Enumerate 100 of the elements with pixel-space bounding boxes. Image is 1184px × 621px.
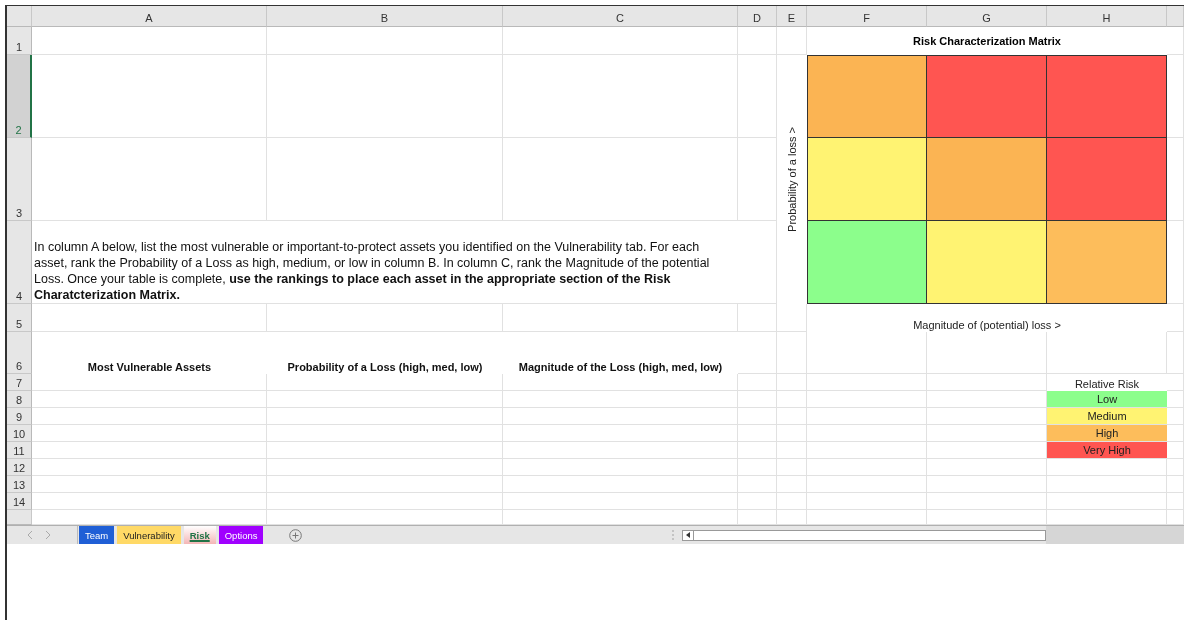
- empty-cell[interactable]: [267, 476, 503, 493]
- empty-cell[interactable]: [927, 374, 1047, 391]
- empty-cell[interactable]: [807, 408, 927, 425]
- empty-cell[interactable]: [267, 138, 503, 221]
- empty-cell[interactable]: [1167, 459, 1184, 476]
- empty-cell[interactable]: [267, 425, 503, 442]
- empty-cell[interactable]: [267, 442, 503, 459]
- horizontal-scrollbar[interactable]: [682, 529, 1047, 541]
- empty-cell[interactable]: [267, 391, 503, 408]
- legend-item: Very High: [1047, 442, 1167, 459]
- sheet-tab[interactable]: Risk: [183, 526, 216, 544]
- empty-cell[interactable]: [807, 425, 927, 442]
- splitter-handle-icon[interactable]: [672, 530, 675, 540]
- empty-cell[interactable]: [777, 304, 807, 332]
- column-header[interactable]: F: [807, 6, 927, 27]
- empty-cell[interactable]: [777, 459, 807, 476]
- column-header[interactable]: A: [32, 6, 267, 27]
- row-header[interactable]: 9: [7, 408, 32, 425]
- scroll-right-icon[interactable]: [45, 531, 51, 539]
- row-header[interactable]: 2: [7, 55, 32, 138]
- empty-cell[interactable]: [777, 425, 807, 442]
- empty-cell[interactable]: [777, 332, 807, 374]
- sheet-tab[interactable]: Vulnerability: [117, 526, 181, 544]
- empty-cell[interactable]: [1167, 332, 1184, 374]
- column-header[interactable]: B: [267, 6, 503, 27]
- row-header[interactable]: 13: [7, 476, 32, 493]
- empty-cell[interactable]: [927, 332, 1047, 374]
- empty-cell[interactable]: [267, 459, 503, 476]
- empty-cell[interactable]: [807, 476, 927, 493]
- empty-cell[interactable]: [807, 493, 927, 510]
- column-header[interactable]: G: [927, 6, 1047, 27]
- row-header[interactable]: 6: [7, 332, 32, 374]
- empty-cell[interactable]: [267, 55, 503, 138]
- empty-cell[interactable]: [503, 374, 738, 391]
- row-header[interactable]: 5: [7, 304, 32, 332]
- column-header[interactable]: E: [777, 6, 807, 27]
- row-header[interactable]: 3: [7, 138, 32, 221]
- empty-cell[interactable]: [738, 138, 777, 221]
- column-header[interactable]: C: [503, 6, 738, 27]
- empty-cell[interactable]: [503, 138, 738, 221]
- empty-cell[interactable]: [267, 493, 503, 510]
- empty-cell[interactable]: [503, 55, 738, 138]
- empty-cell[interactable]: [738, 332, 777, 374]
- empty-cell[interactable]: [267, 374, 503, 391]
- empty-cell[interactable]: [1047, 332, 1167, 374]
- empty-cell[interactable]: [267, 408, 503, 425]
- empty-cell[interactable]: [738, 442, 777, 459]
- empty-cell[interactable]: [777, 442, 807, 459]
- row-header[interactable]: 4: [7, 221, 32, 304]
- empty-cell[interactable]: [738, 374, 777, 391]
- empty-cell[interactable]: [503, 391, 738, 408]
- empty-cell[interactable]: [738, 425, 777, 442]
- sheet-tab[interactable]: Team: [79, 526, 115, 544]
- row-header[interactable]: 10: [7, 425, 32, 442]
- empty-cell[interactable]: [503, 459, 738, 476]
- empty-cell[interactable]: [927, 476, 1047, 493]
- row-header[interactable]: 1: [7, 27, 32, 55]
- empty-cell[interactable]: [1167, 304, 1184, 332]
- empty-cell[interactable]: [503, 442, 738, 459]
- sheet-tab[interactable]: Options: [218, 526, 264, 544]
- empty-cell[interactable]: [1167, 493, 1184, 510]
- row-header[interactable]: 8: [7, 391, 32, 408]
- empty-cell[interactable]: [738, 391, 777, 408]
- column-header[interactable]: H: [1047, 6, 1167, 27]
- empty-cell[interactable]: [503, 493, 738, 510]
- row-header[interactable]: 7: [7, 374, 32, 391]
- empty-cell[interactable]: [777, 493, 807, 510]
- column-header[interactable]: D: [738, 6, 777, 27]
- empty-cell[interactable]: [807, 442, 927, 459]
- empty-cell[interactable]: [738, 476, 777, 493]
- empty-cell[interactable]: [807, 459, 927, 476]
- empty-cell[interactable]: [807, 332, 927, 374]
- empty-cell[interactable]: [503, 476, 738, 493]
- empty-cell[interactable]: [777, 391, 807, 408]
- empty-cell[interactable]: [738, 304, 777, 332]
- empty-cell[interactable]: [503, 425, 738, 442]
- empty-cell[interactable]: [777, 374, 807, 391]
- row-header[interactable]: 14: [7, 493, 32, 510]
- empty-cell[interactable]: [1167, 476, 1184, 493]
- row-header[interactable]: 11: [7, 442, 32, 459]
- table-header: Most Vulnerable Assets: [87, 361, 212, 374]
- empty-cell[interactable]: [1047, 476, 1167, 493]
- row-header[interactable]: 12: [7, 459, 32, 476]
- empty-cell[interactable]: [738, 459, 777, 476]
- empty-cell[interactable]: [503, 408, 738, 425]
- empty-cell[interactable]: [1167, 374, 1184, 391]
- x-axis-label: Magnitude of (potential) loss >: [913, 319, 1061, 332]
- empty-cell[interactable]: [738, 55, 777, 138]
- empty-cell[interactable]: [738, 493, 777, 510]
- empty-cell[interactable]: [927, 493, 1047, 510]
- add-sheet-icon[interactable]: [289, 528, 303, 542]
- empty-cell[interactable]: [777, 408, 807, 425]
- scroll-left-icon[interactable]: [686, 532, 691, 538]
- empty-cell[interactable]: [927, 459, 1047, 476]
- empty-cell[interactable]: [807, 391, 927, 408]
- empty-cell[interactable]: [1047, 493, 1167, 510]
- empty-cell[interactable]: [777, 476, 807, 493]
- empty-cell[interactable]: [807, 374, 927, 391]
- empty-cell[interactable]: [738, 408, 777, 425]
- select-all-corner[interactable]: [7, 6, 32, 27]
